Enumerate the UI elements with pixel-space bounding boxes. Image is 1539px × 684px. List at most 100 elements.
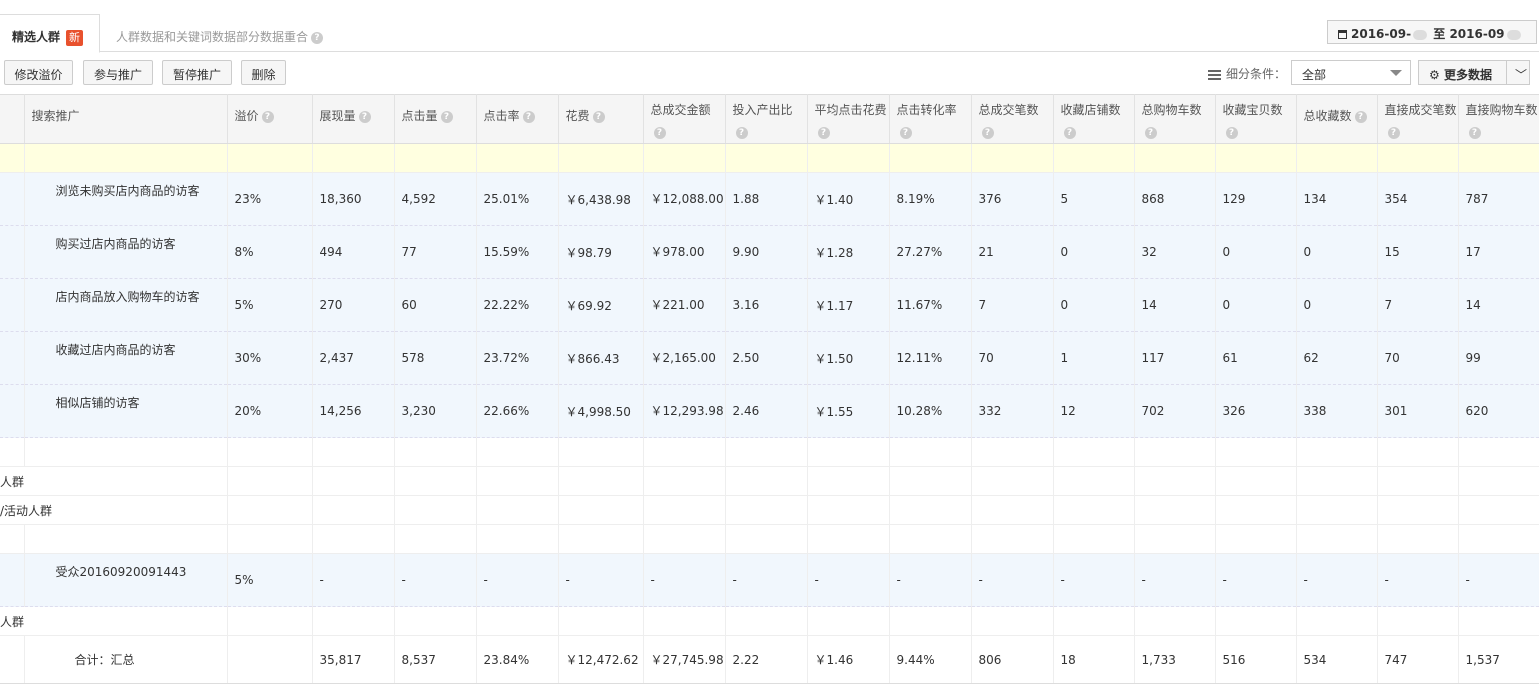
column-header-label: 花费 [565, 109, 590, 123]
table-cell: 376 [971, 172, 1054, 226]
help-icon[interactable]: ? [1225, 126, 1238, 139]
table-cell: 15 [1377, 225, 1459, 279]
list-icon [1208, 69, 1221, 80]
pause-promotion-button[interactable]: 暂停推广 [162, 60, 232, 85]
date-separator: 至 [1433, 27, 1446, 41]
date-range-picker[interactable]: 2016-09- 至 2016-09 [1327, 20, 1537, 44]
help-icon[interactable]: ? [1063, 126, 1076, 139]
data-table: 搜索推广 溢价? 展现量? 点击量? 点击率? 花费? 总成交金额? 投入产出比… [0, 94, 1539, 684]
help-icon[interactable]: ? [981, 126, 994, 139]
column-header[interactable]: 总收藏数? [1296, 94, 1378, 144]
column-header[interactable]: 直接成交笔数? [1377, 94, 1459, 144]
table-cell: - [312, 553, 395, 607]
table-cell: 61 [1215, 331, 1297, 385]
column-header[interactable]: 总成交金额? [643, 94, 726, 144]
total-cell: 2.22 [725, 635, 808, 684]
filter-select[interactable]: 全部 [1291, 60, 1411, 85]
table-cell: 0 [1053, 278, 1135, 332]
table-cell: 270 [312, 278, 395, 332]
column-header[interactable]: 点击量? [394, 94, 477, 144]
column-header[interactable]: 收藏宝贝数? [1215, 94, 1297, 144]
empty-cell [1215, 143, 1297, 173]
empty-cell [889, 495, 972, 525]
help-icon[interactable]: ? [358, 110, 371, 123]
table-cell: ￥1.40 [807, 172, 890, 226]
empty-cell [1215, 437, 1297, 467]
column-header[interactable]: 平均点击花费? [807, 94, 890, 144]
empty-cell [971, 437, 1054, 467]
column-header[interactable]: 点击率? [476, 94, 559, 144]
empty-cell [1053, 606, 1135, 636]
empty-cell [643, 437, 726, 467]
table-cell: ￥6,438.98 [558, 172, 644, 226]
empty-cell [227, 437, 313, 467]
help-icon[interactable]: ? [899, 126, 912, 139]
table-cell: 7 [971, 278, 1054, 332]
redacted-blur [1413, 29, 1428, 40]
empty-cell [889, 466, 972, 496]
table-cell: - [394, 553, 477, 607]
empty-cell [643, 606, 726, 636]
table-cell: - [1296, 553, 1378, 607]
row-checkbox-cell [0, 172, 25, 226]
column-header[interactable]: 投入产出比? [725, 94, 808, 144]
tab-selected-audience[interactable]: 精选人群新 [0, 14, 100, 53]
empty-cell [227, 495, 313, 525]
table-cell: ￥978.00 [643, 225, 726, 279]
tab-bar: 精选人群新 人群数据和关键词数据部分数据重合? 2016-09- 至 2016-… [0, 0, 1539, 53]
empty-cell [643, 524, 726, 554]
empty-cell [971, 466, 1054, 496]
delete-button[interactable]: 删除 [241, 60, 286, 85]
help-icon[interactable]: ? [653, 126, 666, 139]
help-icon[interactable]: ? [1144, 126, 1157, 139]
empty-cell [312, 606, 395, 636]
column-header[interactable]: 花费? [558, 94, 644, 144]
column-header[interactable]: 收藏店铺数? [1053, 94, 1135, 144]
help-icon[interactable]: ? [1387, 126, 1400, 139]
empty-cell [1134, 143, 1216, 173]
empty-cell [643, 143, 726, 173]
new-badge: 新 [66, 30, 84, 46]
table-cell: 14,256 [312, 384, 395, 438]
total-cell: 23.84% [476, 635, 559, 684]
column-header[interactable]: 溢价? [227, 94, 313, 144]
help-icon[interactable]: ? [440, 110, 453, 123]
table-cell: - [1377, 553, 1459, 607]
help-icon[interactable]: ? [592, 110, 605, 123]
date-end: 2016-09 [1449, 27, 1505, 41]
table-cell: 27.27% [889, 225, 972, 279]
edit-bid-button[interactable]: 修改溢价 [4, 60, 73, 85]
empty-cell [312, 143, 395, 173]
help-icon[interactable]: ? [735, 126, 748, 139]
empty-cell [1377, 495, 1459, 525]
help-icon[interactable]: ? [261, 110, 274, 123]
help-icon[interactable]: ? [1468, 126, 1481, 139]
more-data-button[interactable]: ⚙ 更多数据 ﹀ [1418, 60, 1530, 85]
empty-cell [1296, 143, 1378, 173]
table-cell: 3.16 [725, 278, 808, 332]
empty-cell [476, 606, 559, 636]
help-icon[interactable]: ? [817, 126, 830, 139]
column-header[interactable]: 直接购物车数? [1458, 94, 1539, 144]
column-header[interactable]: 展现量? [312, 94, 395, 144]
column-header[interactable]: 总购物车数? [1134, 94, 1216, 144]
column-header[interactable]: 点击转化率? [889, 94, 972, 144]
table-cell: 22.22% [476, 278, 559, 332]
table-cell: 11.67% [889, 278, 972, 332]
table-cell: ￥12,293.98 [643, 384, 726, 438]
join-promotion-button[interactable]: 参与推广 [83, 60, 153, 85]
column-header[interactable]: 总成交笔数? [971, 94, 1054, 144]
redacted-blur [1506, 29, 1521, 40]
empty-cell [0, 635, 25, 684]
column-header[interactable]: 搜索推广 [24, 94, 228, 144]
filter-label-text: 细分条件： [1226, 67, 1287, 81]
total-cell: 8,537 [394, 635, 477, 684]
table-cell: ￥1.55 [807, 384, 890, 438]
help-icon[interactable]: ? [311, 31, 324, 44]
help-icon[interactable]: ? [1354, 110, 1367, 123]
audience-name: 受众20160920091443 [24, 553, 228, 607]
chevron-down-icon[interactable]: ﹀ [1515, 66, 1527, 83]
help-icon[interactable]: ? [522, 110, 535, 123]
table-cell: 326 [1215, 384, 1297, 438]
table-cell: 117 [1134, 331, 1216, 385]
